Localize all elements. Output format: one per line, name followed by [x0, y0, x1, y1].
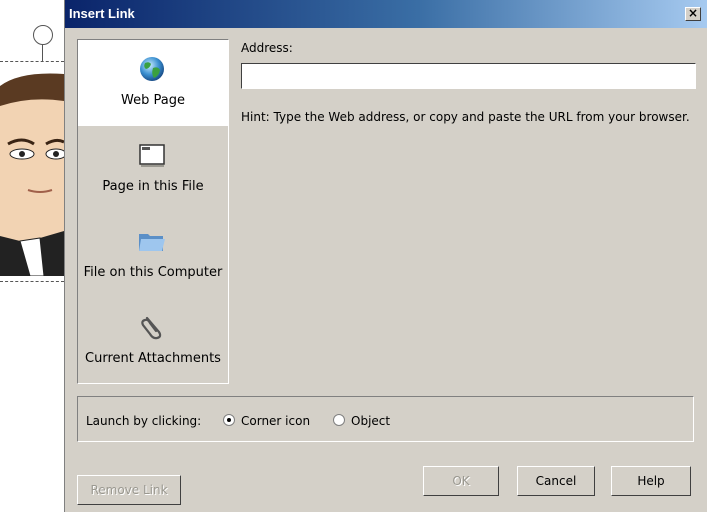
link-type-panel: Web Page Page in this File File on this … [77, 39, 229, 384]
dialog-title: Insert Link [69, 6, 135, 21]
link-type-page-in-file[interactable]: Page in this File [78, 126, 228, 212]
close-icon: × [687, 6, 699, 20]
folder-icon [139, 234, 165, 251]
paperclip-icon [141, 316, 162, 340]
link-type-label: Current Attachments [85, 351, 221, 366]
launch-options-group: Launch by clicking: Corner icon Object [77, 396, 694, 442]
document-canvas [0, 0, 64, 512]
link-type-current-attachments[interactable]: Current Attachments [78, 298, 228, 384]
rotation-handle[interactable] [33, 25, 53, 45]
ok-button[interactable]: OK [423, 466, 499, 496]
insert-link-dialog: Insert Link × Web Page Page in this File [64, 0, 707, 512]
cancel-button[interactable]: Cancel [517, 466, 595, 496]
link-type-label: File on this Computer [83, 265, 223, 280]
address-label: Address: [241, 41, 293, 55]
address-input[interactable] [241, 63, 696, 89]
page-window-icon [139, 144, 165, 167]
link-type-label: Web Page [121, 93, 185, 108]
title-bar[interactable]: Insert Link × [65, 0, 707, 28]
link-type-label: Page in this File [102, 179, 204, 194]
launch-label: Launch by clicking: [86, 414, 202, 428]
hint-text: Hint: Type the Web address, or copy and … [241, 110, 690, 124]
object-radio[interactable] [333, 414, 345, 426]
selection-border-bottom [0, 281, 64, 282]
link-type-web-page[interactable]: Web Page [78, 40, 228, 126]
link-type-file-on-computer[interactable]: File on this Computer [78, 212, 228, 298]
globe-icon [140, 57, 164, 81]
selection-border-top [0, 61, 64, 62]
close-button[interactable]: × [685, 7, 701, 21]
corner-icon-radio[interactable] [223, 414, 235, 426]
portrait-image [0, 73, 64, 276]
rotation-handle-line [42, 45, 43, 61]
object-radio-label[interactable]: Object [351, 414, 390, 428]
corner-icon-radio-label[interactable]: Corner icon [241, 414, 310, 428]
help-button[interactable]: Help [611, 466, 691, 496]
remove-link-button[interactable]: Remove Link [77, 475, 181, 505]
